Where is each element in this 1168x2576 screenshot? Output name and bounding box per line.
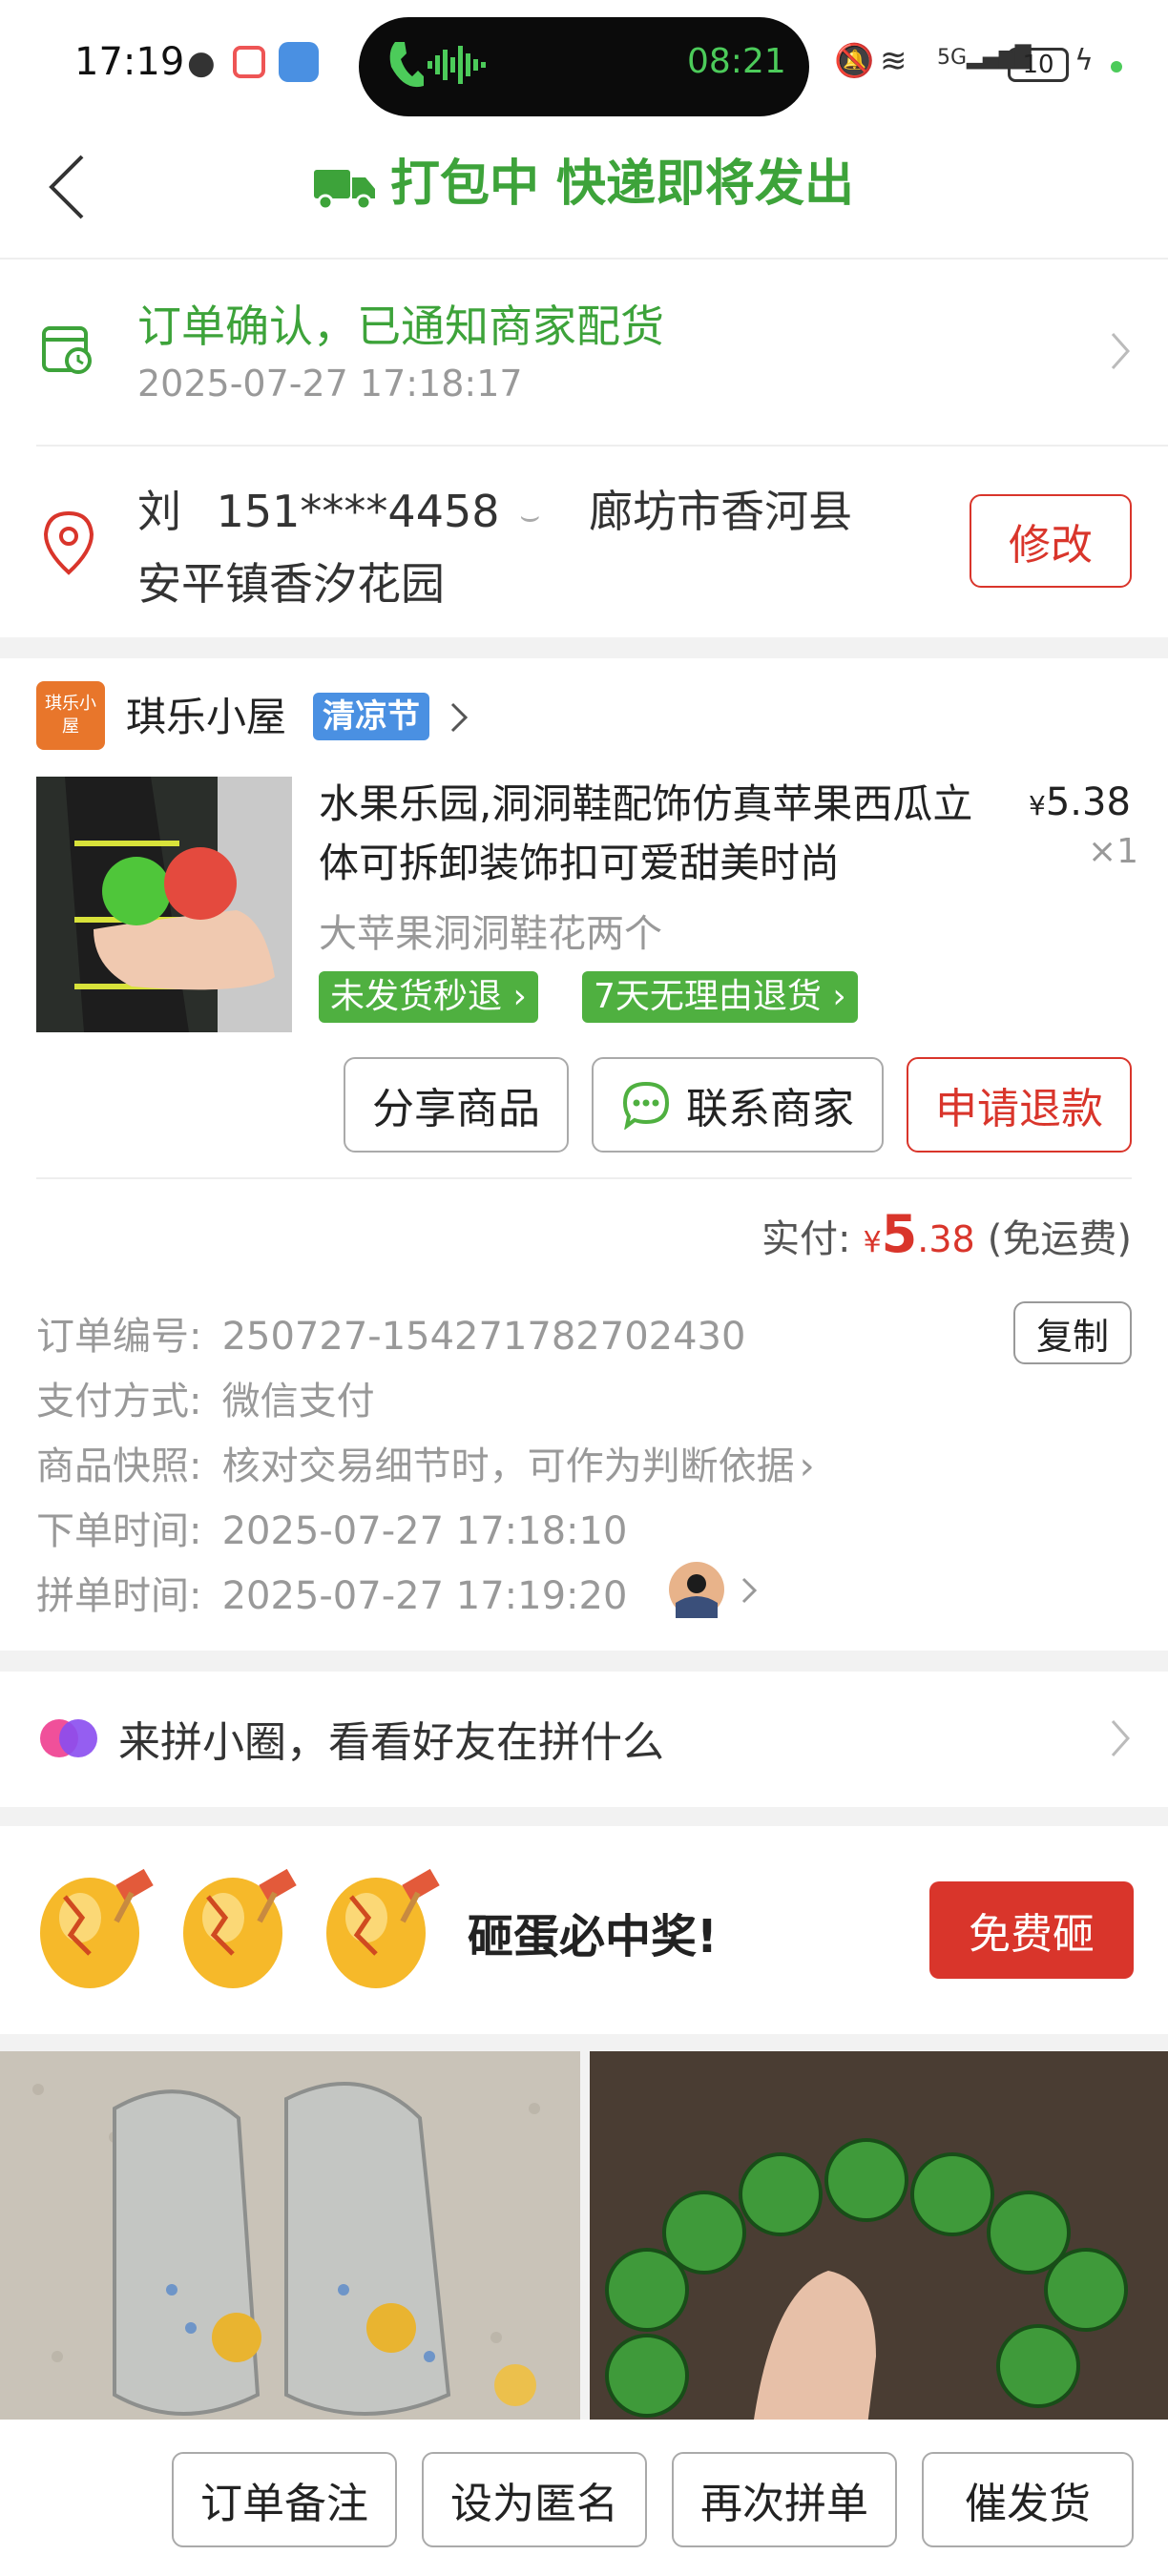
store-name[interactable]: 琪乐小屋: [126, 685, 286, 743]
product-quantity: ×1: [1088, 832, 1139, 871]
order-number-row: 订单编号: 250727-154271782702430: [36, 1315, 746, 1359]
chat-bubble-icon: [622, 1081, 670, 1130]
edit-address-button[interactable]: 修改: [970, 494, 1132, 588]
address-contact: 刘 151****4458 ⌣ 廊坊市香河县: [137, 477, 852, 540]
set-anonymous-button[interactable]: 设为匿名: [422, 2452, 647, 2547]
recipient-name: 刘: [137, 486, 181, 537]
urge-shipping-button[interactable]: 催发货: [922, 2452, 1134, 2547]
chevron-right-icon: ›: [799, 1444, 815, 1488]
audio-wave-icon: [428, 46, 486, 84]
truck-icon: [313, 170, 375, 210]
call-duration: 08:21: [687, 42, 786, 81]
circle-logo-icon: [40, 1719, 97, 1757]
tag-quick-refund[interactable]: 未发货秒退 ›: [319, 971, 538, 1023]
order-time-row: 下单时间: 2025-07-27 17:18:10: [36, 1509, 628, 1553]
phone-call-icon: [389, 42, 424, 88]
product-image[interactable]: [36, 777, 292, 1032]
battery-icon: 10: [1008, 48, 1069, 82]
promo-text: 砸蛋必中奖!: [468, 1910, 718, 1963]
title-text: 打包中 快递即将发出: [389, 156, 855, 213]
free-smash-button[interactable]: 免费砸: [929, 1881, 1134, 1979]
golden-egg-icon: [40, 1868, 440, 1988]
app-notification-icon: [233, 46, 265, 78]
share-product-button[interactable]: 分享商品: [344, 1057, 569, 1153]
snapshot-row[interactable]: 商品快照: 核对交易细节时，可作为判断依据 ›: [36, 1435, 815, 1490]
store-logo[interactable]: 琪乐小屋: [36, 681, 105, 750]
recommended-product-clogs-image[interactable]: [0, 2051, 580, 2433]
wechat-icon: ●: [187, 44, 216, 82]
address-detail: 安平镇香汐花园: [137, 558, 445, 610]
store-badge: 清凉节: [313, 693, 429, 740]
order-note-button[interactable]: 订单备注: [172, 2452, 397, 2547]
chevron-right-icon[interactable]: [448, 700, 469, 735]
chevron-right-icon: [1111, 1720, 1131, 1756]
chevron-right-icon[interactable]: [1109, 330, 1132, 372]
tag-seven-day-return[interactable]: 7天无理由退货 ›: [582, 971, 858, 1023]
friends-circle-text: 来拼小圈，看看好友在拼什么: [118, 1718, 664, 1767]
order-status-time: 2025-07-27 17:18:17: [137, 363, 523, 405]
payment-summary: 实付: ¥5.38 (免运费): [761, 1204, 1132, 1264]
reorder-button[interactable]: 再次拼单: [672, 2452, 897, 2547]
copy-button[interactable]: 复制: [1013, 1301, 1132, 1364]
order-calendar-icon: [42, 326, 92, 374]
divider: [36, 1177, 1132, 1179]
avatar[interactable]: [668, 1561, 725, 1618]
recipient-phone: 151****4458: [216, 486, 500, 537]
recipient-region: 廊坊市香河县: [589, 486, 853, 537]
message-icon: [279, 42, 319, 82]
request-refund-button[interactable]: 申请退款: [907, 1057, 1132, 1153]
charging-icon: ϟ: [1074, 44, 1094, 77]
page-title: 打包中 快递即将发出: [0, 143, 1168, 225]
eye-closed-icon[interactable]: ⌣: [519, 497, 540, 535]
chevron-right-icon[interactable]: [740, 1576, 758, 1605]
wifi-icon: ≋: [880, 42, 907, 80]
battery-level: 10: [1022, 51, 1054, 79]
mute-icon: 🔕: [834, 42, 875, 80]
status-time: 17:19: [74, 40, 185, 84]
order-number: 250727-154271782702430: [221, 1315, 746, 1359]
group-time-row: 拼单时间: 2025-07-27 17:19:20: [36, 1574, 628, 1618]
divider: [0, 258, 1168, 260]
recommended-product-watermelon-bracelet-image[interactable]: [590, 2051, 1168, 2433]
divider: [36, 445, 1168, 447]
payment-method-row: 支付方式: 微信支付: [36, 1380, 375, 1423]
product-price: ¥5.38: [1029, 780, 1131, 824]
contact-seller-button[interactable]: 联系商家: [592, 1057, 884, 1153]
product-spec: 大苹果洞洞鞋花两个: [319, 912, 662, 956]
order-status-text: 订单确认，已通知商家配货: [137, 301, 664, 352]
product-title[interactable]: 水果乐园,洞洞鞋配饰仿真苹果西瓜立体可拆卸装饰扣可爱甜美时尚: [319, 775, 1006, 893]
location-pin-icon: [43, 510, 94, 575]
dot-indicator-icon: [1111, 61, 1122, 73]
